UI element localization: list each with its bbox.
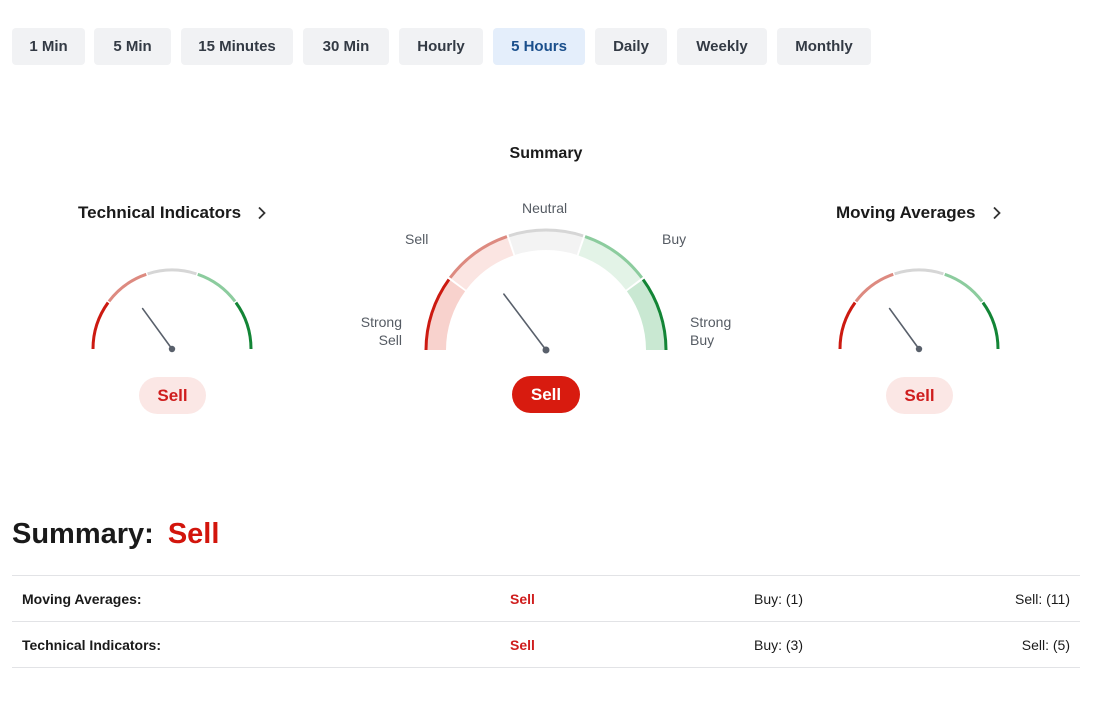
chevron-right-icon (992, 206, 1001, 220)
technical-indicators-title: Technical Indicators (78, 203, 242, 222)
strong-sell-arc (838, 301, 857, 350)
technical-indicators-verdict: Sell (139, 377, 206, 414)
summary-heading-label: Summary: (12, 518, 154, 550)
moving-averages-title: Moving Averages (836, 203, 976, 222)
strong-buy-arc (981, 301, 1000, 350)
summary-verdict: Sell (512, 376, 580, 413)
summary-gauge-title: Summary (509, 145, 583, 162)
neutral-label: Neutral (522, 200, 568, 216)
tab-hourly[interactable]: Hourly (399, 28, 483, 65)
moving-averages-verdict: Sell (886, 377, 953, 414)
strong-buy-arc (234, 301, 253, 350)
strong-sell-label-line1: Strong (360, 314, 402, 330)
summary-heading-verdict: Sell (167, 518, 220, 550)
neutral-arc (894, 268, 944, 276)
gauge-needle (141, 307, 173, 350)
technical-indicators-link[interactable]: Technical Indicators (78, 202, 267, 224)
row-name: Moving Averages: (22, 590, 142, 607)
technical-summary-page: 1 Min 5 Min 15 Minutes 30 Min Hourly 5 H… (0, 0, 1100, 718)
sell-label: Sell (405, 231, 429, 247)
summary-heading: Summary: Sell (12, 518, 219, 551)
row-sell-count: Sell: (11) (1015, 590, 1070, 607)
row-name: Technical Indicators: (22, 636, 161, 653)
buy-arc (197, 272, 237, 303)
row-action: Sell (510, 636, 535, 653)
summary-table: Moving Averages: Sell Buy: (1) Sell: (11… (12, 575, 1080, 668)
neutral-arc (147, 268, 197, 276)
chevron-right-icon (258, 206, 266, 220)
gauge-needle (503, 293, 547, 351)
sell-arc (107, 272, 147, 303)
strong-sell-label-line2: Sell (378, 332, 402, 348)
strong-sell-label: Strong Sell (340, 313, 402, 349)
tab-monthly[interactable]: Monthly (777, 28, 871, 65)
tab-5-hours[interactable]: 5 Hours (493, 28, 585, 65)
gauge-needle (888, 307, 920, 350)
table-row: Technical Indicators: Sell Buy: (3) Sell… (12, 622, 1080, 668)
sell-arc (854, 272, 894, 303)
strong-buy-label-line1: Strong (690, 314, 732, 330)
row-sell-count: Sell: (5) (1021, 636, 1070, 653)
buy-label: Buy (662, 231, 687, 247)
summary-gauge (424, 228, 668, 354)
row-buy-count: Buy: (1) (753, 590, 803, 607)
tab-1-min[interactable]: 1 Min (12, 28, 85, 65)
strong-buy-label: Strong Buy (690, 313, 731, 349)
tab-5-min[interactable]: 5 Min (94, 28, 171, 65)
moving-averages-gauge (838, 268, 1000, 353)
row-buy-count: Buy: (3) (753, 636, 803, 653)
technical-indicators-gauge (91, 268, 253, 353)
gauge-pivot (168, 345, 176, 353)
table-row: Moving Averages: Sell Buy: (1) Sell: (11… (12, 576, 1080, 622)
tab-30-min[interactable]: 30 Min (303, 28, 389, 65)
tab-daily[interactable]: Daily (595, 28, 667, 65)
moving-averages-link[interactable]: Moving Averages (836, 202, 1002, 224)
sell-band (450, 236, 514, 290)
tab-weekly[interactable]: Weekly (677, 28, 767, 65)
tab-15-minutes[interactable]: 15 Minutes (181, 28, 293, 65)
gauge-pivot (542, 346, 550, 354)
buy-arc (944, 272, 984, 303)
row-action: Sell (510, 590, 535, 607)
strong-buy-label-line2: Buy (690, 332, 715, 348)
strong-sell-arc (91, 301, 110, 350)
buy-band (578, 236, 642, 290)
gauge-pivot (915, 345, 923, 353)
